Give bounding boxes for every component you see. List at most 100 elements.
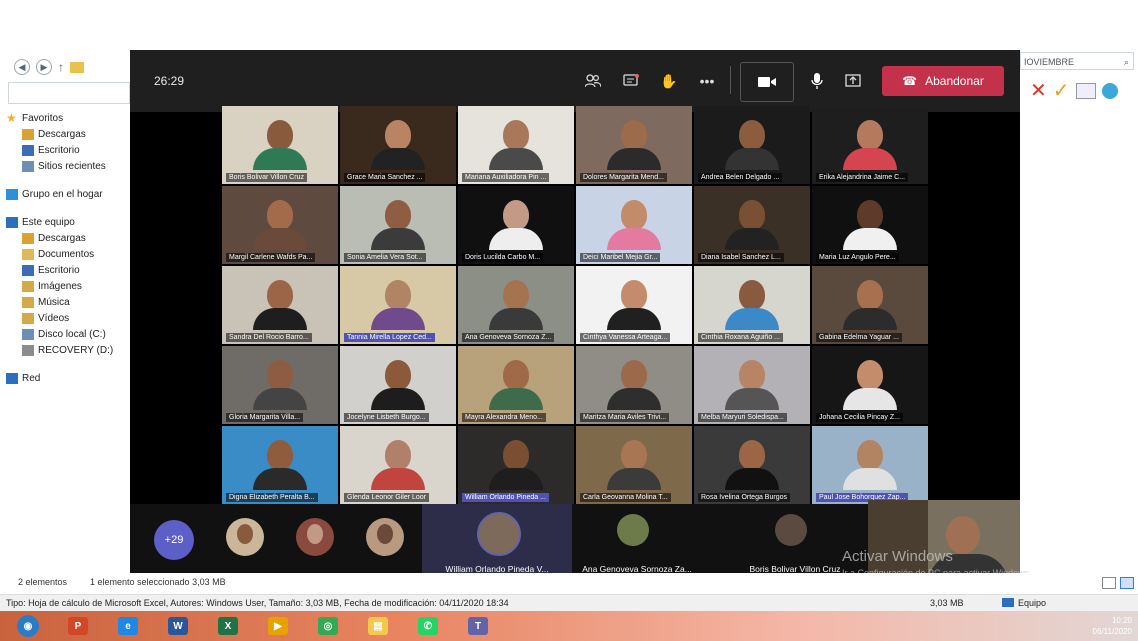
strip-avatar[interactable] xyxy=(226,518,264,556)
taskbar-button[interactable]: ◎ xyxy=(308,614,348,638)
participant-face xyxy=(385,440,411,470)
participant-name: Andrea Belen Delgado ... xyxy=(698,173,783,182)
participant-video xyxy=(489,360,543,410)
participant-tile[interactable]: Cinthya Vanessa Arteaga... xyxy=(576,266,692,344)
tree-item[interactable]: Sitios recientes xyxy=(6,158,130,174)
participant-tile[interactable]: Paul Jose Bohorquez Zap... xyxy=(812,426,928,504)
tree-item[interactable]: Red xyxy=(6,370,130,386)
taskbar-button[interactable]: ▶ xyxy=(258,614,298,638)
active-speaker-tile[interactable]: William Orlando Pineda V... xyxy=(422,504,572,580)
participant-name: Deici Maribel Mejia Gr... xyxy=(580,253,661,262)
participant-tile[interactable]: Margil Carlene Wafds Pa... xyxy=(222,186,338,264)
participant-tile[interactable]: William Orlando Pineda ... xyxy=(458,426,574,504)
participant-tile[interactable]: Maria Luz Angulo Pere... xyxy=(812,186,928,264)
desktop-folder-icon xyxy=(22,264,34,276)
tree-item[interactable]: Grupo en el hogar xyxy=(6,186,130,202)
participant-name: Dolores Margarita Mend... xyxy=(580,173,667,182)
delete-icon[interactable]: ✕ xyxy=(1030,78,1047,103)
details-view-icon[interactable] xyxy=(1102,577,1116,589)
search-icon[interactable]: ⌕ xyxy=(1124,53,1129,71)
leave-button[interactable]: ☎ Abandonar xyxy=(882,66,1004,96)
participant-tile[interactable]: Maritza Maria Aviles Trivi... xyxy=(576,346,692,424)
participant-name: Grace Maria Sanchez ... xyxy=(344,173,426,182)
system-clock[interactable]: 10:20 06/11/2020 xyxy=(1093,615,1132,637)
tree-item[interactable]: Escritorio xyxy=(6,142,130,158)
rename-icon[interactable] xyxy=(1075,82,1096,99)
taskbar-button[interactable]: T xyxy=(458,614,498,638)
check-icon[interactable]: ✓ xyxy=(1053,78,1070,103)
participant-name: Cinthia Roxana Aguiño ... xyxy=(698,333,783,342)
search-input[interactable]: IOVIEMBRE ⌕ xyxy=(1020,52,1134,70)
forward-icon[interactable]: ▶ xyxy=(36,59,52,75)
participant-tile[interactable]: Ana Genoveva Sornoza Z... xyxy=(458,266,574,344)
raise-hand-icon[interactable]: ✋ xyxy=(658,70,680,92)
more-participants-button[interactable]: +29 xyxy=(154,520,194,560)
tiles-view-icon[interactable] xyxy=(1120,577,1134,589)
back-icon[interactable]: ◀ xyxy=(14,59,30,75)
participant-face xyxy=(503,200,529,230)
taskbar-button[interactable]: X xyxy=(208,614,248,638)
strip-avatar[interactable] xyxy=(366,518,404,556)
tree-item[interactable]: Escritorio xyxy=(6,262,130,278)
participant-face xyxy=(267,200,293,230)
tree-item[interactable]: Vídeos xyxy=(6,310,130,326)
participant-tile[interactable]: Melba Maryuri Soledispa... xyxy=(694,346,810,424)
address-bar[interactable] xyxy=(8,82,130,104)
tree-item[interactable]: Este equipo xyxy=(6,214,130,230)
participant-tile[interactable]: Doris Lucilda Carbo M... xyxy=(458,186,574,264)
chat-icon[interactable] xyxy=(620,70,642,92)
strip-avatar[interactable] xyxy=(296,518,334,556)
participant-video xyxy=(489,120,543,170)
strip-participant-tile[interactable]: Ana Genoveva Sornoza Za... xyxy=(572,504,702,580)
strip-participant-tile[interactable]: Boris Bolivar Villon Cruz xyxy=(730,504,860,580)
globe-icon[interactable] xyxy=(1101,82,1118,99)
participant-tile[interactable]: Deici Maribel Mejia Gr... xyxy=(576,186,692,264)
participant-tile[interactable]: Tannia Mirella Lopez Ced... xyxy=(340,266,456,344)
participant-tile[interactable]: Mayra Alexandra Meno... xyxy=(458,346,574,424)
participant-tile[interactable]: Grace Maria Sanchez ... xyxy=(340,106,456,184)
tree-item[interactable]: Imágenes xyxy=(6,278,130,294)
participant-tile[interactable]: Erika Alejandrina Jaime C... xyxy=(812,106,928,184)
camera-button[interactable] xyxy=(740,62,794,102)
tree-item[interactable]: Descargas xyxy=(6,126,130,142)
downloads-folder-icon xyxy=(22,232,34,244)
tree-item[interactable]: Descargas xyxy=(6,230,130,246)
participant-tile[interactable]: Carla Geovanna Molina T... xyxy=(576,426,692,504)
taskbar-button[interactable]: ▤ xyxy=(358,614,398,638)
taskbar-button[interactable]: e xyxy=(108,614,148,638)
taskbar-button[interactable]: P xyxy=(58,614,98,638)
participant-body xyxy=(253,308,307,330)
tree-item[interactable]: Disco local (C:) xyxy=(6,326,130,342)
participant-tile[interactable]: Jocelyne Lisbeth Burgo... xyxy=(340,346,456,424)
participant-body xyxy=(843,148,897,170)
participant-tile[interactable]: Sonia Amelia Vera Sot... xyxy=(340,186,456,264)
up-icon[interactable]: ↑ xyxy=(58,60,64,74)
participant-tile[interactable]: Mariana Auxiliadora Pin ... xyxy=(458,106,574,184)
ribbon-tools: ✕ ✓ xyxy=(1030,78,1118,103)
participant-tile[interactable]: Cinthia Roxana Aguiño ... xyxy=(694,266,810,344)
participant-name: Diana Isabel Sanchez L... xyxy=(698,253,784,262)
share-screen-icon[interactable] xyxy=(842,70,864,92)
tree-item[interactable]: RECOVERY (D:) xyxy=(6,342,130,358)
taskbar-button[interactable]: ◉ xyxy=(8,614,48,638)
participant-tile[interactable]: Gloria Margarita Villa... xyxy=(222,346,338,424)
participants-icon[interactable] xyxy=(582,70,604,92)
tree-item[interactable]: ★ Favoritos xyxy=(6,110,130,126)
tree-item[interactable]: Documentos xyxy=(6,246,130,262)
taskbar-button[interactable]: ✆ xyxy=(408,614,448,638)
participant-tile[interactable]: Gabina Edelma Yaguar ... xyxy=(812,266,928,344)
participant-tile[interactable]: Dolores Margarita Mend... xyxy=(576,106,692,184)
participant-tile[interactable]: Digna Elizabeth Peralta B... xyxy=(222,426,338,504)
microphone-icon[interactable] xyxy=(806,70,828,92)
participant-tile[interactable]: Rosa Ivelina Ortega Burgos xyxy=(694,426,810,504)
participant-tile[interactable]: Diana Isabel Sanchez L... xyxy=(694,186,810,264)
participant-tile[interactable]: Sandra Del Rocio Barro... xyxy=(222,266,338,344)
more-options-icon[interactable]: ••• xyxy=(696,70,718,92)
tree-item[interactable]: Música xyxy=(6,294,130,310)
participant-body xyxy=(371,148,425,170)
participant-tile[interactable]: Andrea Belen Delgado ... xyxy=(694,106,810,184)
participant-tile[interactable]: Glenda Leonor Giler Loor xyxy=(340,426,456,504)
participant-tile[interactable]: Boris Bolivar Villon Cruz xyxy=(222,106,338,184)
taskbar-button[interactable]: W xyxy=(158,614,198,638)
participant-tile[interactable]: Johana Cecilia Pincay Z... xyxy=(812,346,928,424)
